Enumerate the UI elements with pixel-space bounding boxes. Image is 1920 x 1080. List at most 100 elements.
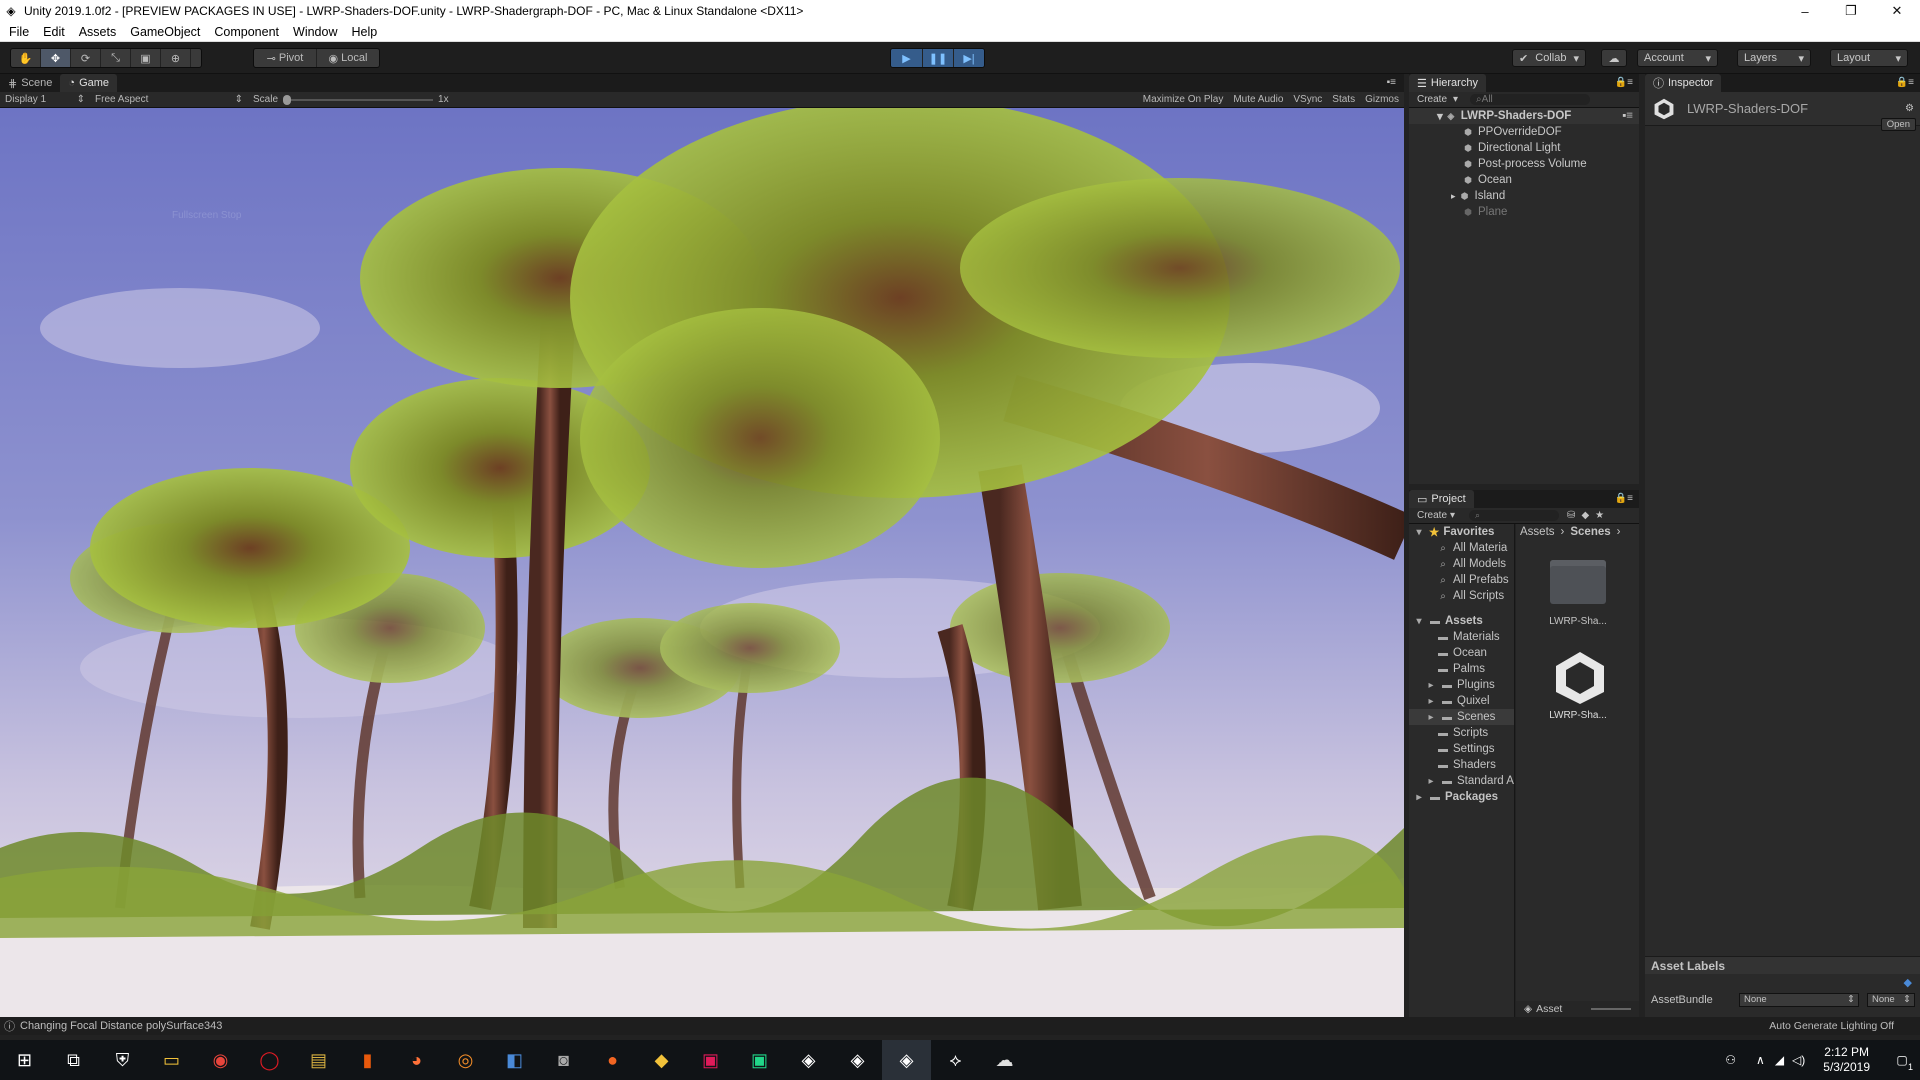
folder-item[interactable]: ▬ Shaders xyxy=(1409,757,1514,773)
transform-tool-icon[interactable]: ⊕ xyxy=(161,49,191,67)
rotate-tool-icon[interactable]: ⟳ xyxy=(71,49,101,67)
scene-menu-icon[interactable]: ▪≡ xyxy=(1622,110,1633,122)
scale-slider-thumb[interactable] xyxy=(283,94,292,105)
unity-editor-icon[interactable]: ◈ xyxy=(882,1040,931,1080)
chat-app-icon[interactable]: ☁ xyxy=(980,1040,1029,1080)
security-shield-icon[interactable]: ⛨ xyxy=(98,1040,147,1080)
folder-item[interactable]: ▬ Scripts xyxy=(1409,725,1514,741)
hierarchy-item[interactable]: ⬢ Post-process Volume xyxy=(1409,156,1639,172)
tab-inspector[interactable]: ⓘ Inspector xyxy=(1645,74,1722,92)
favorite-item[interactable]: ⌕ All Models xyxy=(1409,556,1514,572)
favorites-header[interactable]: ▾ ★ Favorites xyxy=(1409,524,1514,540)
favorite-item[interactable]: ⌕ All Materia xyxy=(1409,540,1514,556)
vsync-toggle[interactable]: VSync xyxy=(1288,94,1327,105)
layout-dropdown[interactable]: Layout ▾ xyxy=(1830,49,1908,67)
folder-item[interactable]: ▬ Ocean xyxy=(1409,645,1514,661)
unity-icon[interactable]: ◈ xyxy=(833,1040,882,1080)
open-button[interactable]: Open xyxy=(1880,118,1916,131)
diamond-app-icon[interactable]: ◆ xyxy=(637,1040,686,1080)
filter-type-icon[interactable]: ⛁ xyxy=(1567,510,1575,521)
hierarchy-search-input[interactable]: ⌕All xyxy=(1470,94,1591,105)
move-tool-icon[interactable]: ✥ xyxy=(41,49,71,67)
account-dropdown[interactable]: Account ▾ xyxy=(1637,49,1718,67)
gms-icon[interactable]: ▤ xyxy=(294,1040,343,1080)
pivot-button[interactable]: ⊸ Pivot xyxy=(254,49,317,67)
lock-icon[interactable]: 🔒≡ xyxy=(1615,493,1633,504)
unity-scene-asset-icon[interactable] xyxy=(1552,650,1608,706)
cloud-button[interactable]: ☁ xyxy=(1601,49,1627,67)
assets-header[interactable]: ▾ ▬ Assets xyxy=(1409,613,1514,629)
triangle-right-icon[interactable]: ▸ xyxy=(1413,792,1425,803)
menu-window[interactable]: Window xyxy=(286,22,344,42)
triangle-right-icon[interactable]: ▸ xyxy=(1425,696,1437,707)
tab-project[interactable]: ▭ Project xyxy=(1409,490,1474,508)
project-search-input[interactable]: ⌕ xyxy=(1469,510,1560,521)
tab-game[interactable]: ◔ Game xyxy=(60,74,118,92)
webstorm-icon[interactable]: ▣ xyxy=(735,1040,784,1080)
menu-assets[interactable]: Assets xyxy=(72,22,124,42)
folder-item[interactable]: ▬ Settings xyxy=(1409,741,1514,757)
lock-icon[interactable]: 🔒≡ xyxy=(1615,77,1633,88)
triangle-right-icon[interactable]: ▸ xyxy=(1425,712,1437,723)
assetbundle-dropdown[interactable]: None ⇕ xyxy=(1739,993,1859,1007)
triangle-right-icon[interactable]: ▸ xyxy=(1425,776,1437,787)
local-button[interactable]: ◉ Local xyxy=(317,49,379,67)
tag-icon[interactable]: ◆ xyxy=(1581,510,1589,521)
breadcrumb-assets[interactable]: Assets xyxy=(1520,526,1555,538)
menu-edit[interactable]: Edit xyxy=(36,22,72,42)
asset-label[interactable]: LWRP-Sha... xyxy=(1536,616,1620,627)
hierarchy-item[interactable]: ⬢ Ocean xyxy=(1409,172,1639,188)
mute-audio-toggle[interactable]: Mute Audio xyxy=(1228,94,1288,105)
scale-slider[interactable] xyxy=(283,94,434,105)
play-icon[interactable]: ▶ xyxy=(891,49,923,67)
scene-row[interactable]: ▾ ◈ LWRP-Shaders-DOF ▪≡ xyxy=(1409,108,1639,124)
folder-item[interactable]: ▸ ▬ Plugins xyxy=(1409,677,1514,693)
firefox-icon[interactable]: ◕ xyxy=(392,1040,441,1080)
scale-tool-icon[interactable]: ⤡ xyxy=(101,49,131,67)
menu-component[interactable]: Component xyxy=(207,22,286,42)
menu-help[interactable]: Help xyxy=(344,22,384,42)
hierarchy-item[interactable]: ▸ ⬢ Island xyxy=(1409,188,1639,204)
volume-icon[interactable]: ◁) xyxy=(1792,1053,1805,1067)
folder-item[interactable]: ▬ Palms xyxy=(1409,661,1514,677)
people-icon[interactable]: ⚇ xyxy=(1725,1053,1736,1067)
collab-dropdown[interactable]: ✔ Collab ▾ xyxy=(1512,49,1586,67)
display-dropdown[interactable]: Display 1 ⇕ xyxy=(0,94,90,105)
file-explorer-icon[interactable]: ▭ xyxy=(147,1040,196,1080)
auto-lighting-status[interactable]: Auto Generate Lighting Off xyxy=(1769,1020,1894,1032)
visual-studio-icon[interactable]: ⟡ xyxy=(931,1040,980,1080)
minimize-button[interactable]: – xyxy=(1782,0,1828,22)
custom-tool-icon[interactable]: ✂ xyxy=(191,49,201,67)
breadcrumb-scenes[interactable]: Scenes xyxy=(1570,526,1610,538)
stats-toggle[interactable]: Stats xyxy=(1327,94,1360,105)
variant-dropdown[interactable]: None ⇕ xyxy=(1867,993,1915,1007)
settings-icon[interactable]: ⚙ xyxy=(1905,103,1914,114)
hierarchy-item[interactable]: ⬢ Plane xyxy=(1409,204,1639,220)
opera-icon[interactable]: ◯ xyxy=(245,1040,294,1080)
panel-menu-icon[interactable]: ▪≡ xyxy=(1387,77,1396,88)
menu-gameobject[interactable]: GameObject xyxy=(123,22,207,42)
layers-dropdown[interactable]: Layers ▾ xyxy=(1737,49,1811,67)
tag-icon[interactable]: ◆ xyxy=(1904,976,1912,989)
lock-icon[interactable]: 🔒≡ xyxy=(1896,77,1914,88)
menu-file[interactable]: File xyxy=(2,22,36,42)
rider-icon[interactable]: ▣ xyxy=(686,1040,735,1080)
star-icon[interactable]: ★ xyxy=(1595,510,1604,521)
packages-header[interactable]: ▸ ▬ Packages xyxy=(1409,789,1514,805)
folder-item[interactable]: ▸ ▬ Quixel xyxy=(1409,693,1514,709)
triangle-right-icon[interactable]: ▸ xyxy=(1425,680,1437,691)
status-message[interactable]: Changing Focal Distance polySurface343 xyxy=(20,1020,222,1032)
bookmark-app-icon[interactable]: ◧ xyxy=(490,1040,539,1080)
step-icon[interactable]: ▶| xyxy=(954,49,984,67)
gizmos-dropdown[interactable]: Gizmos xyxy=(1360,94,1404,105)
hand-tool-icon[interactable]: ✋ xyxy=(11,49,41,67)
project-create-button[interactable]: Create xyxy=(1417,510,1447,521)
hierarchy-item[interactable]: ⬢ PPOverrideDOF xyxy=(1409,124,1639,140)
office-icon[interactable]: ▮ xyxy=(343,1040,392,1080)
windows-start-icon[interactable]: ⊞ xyxy=(0,1040,49,1080)
maximize-button[interactable]: ❐ xyxy=(1828,0,1874,22)
favorite-item[interactable]: ⌕ All Prefabs xyxy=(1409,572,1514,588)
pause-icon[interactable]: ❚❚ xyxy=(923,49,954,67)
chevron-up-icon[interactable]: ∧ xyxy=(1756,1053,1765,1067)
folder-item[interactable]: ▸ ▬ Standard A xyxy=(1409,773,1514,789)
